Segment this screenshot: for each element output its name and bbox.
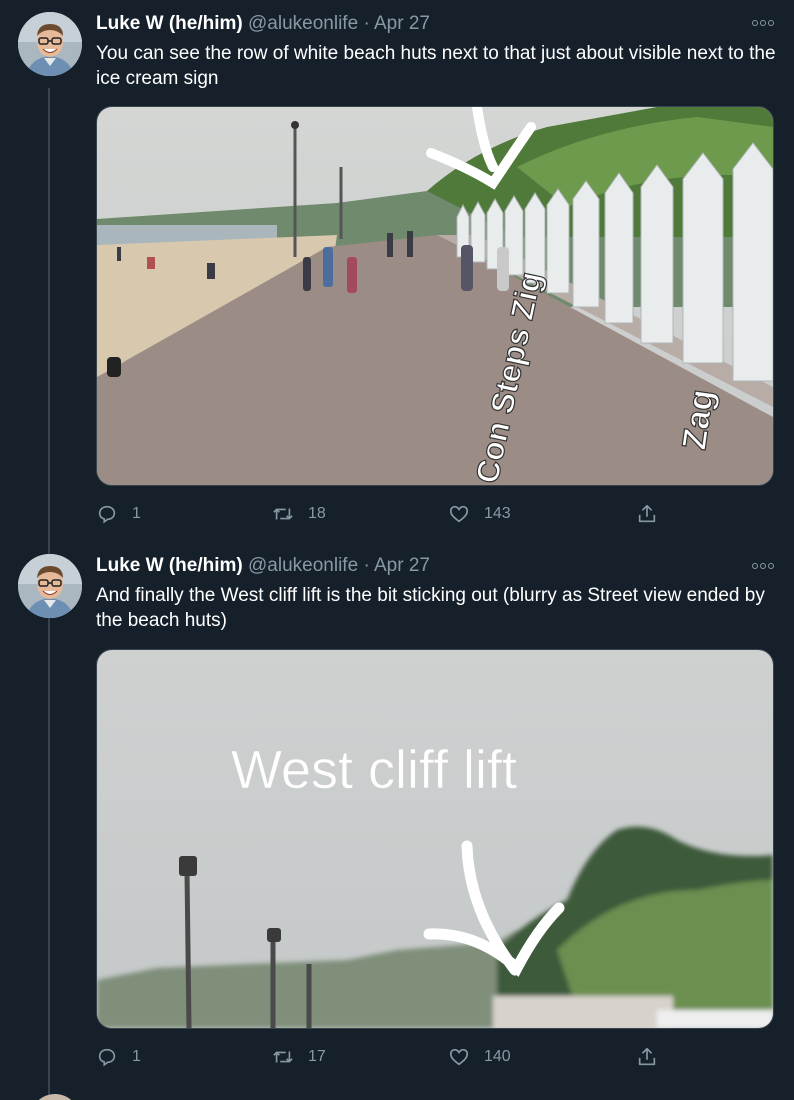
tweet-header: Luke W (he/him) @alukeonlife · Apr 27: [96, 554, 430, 578]
heart-icon: [449, 1048, 469, 1066]
share-button[interactable]: [636, 1045, 658, 1069]
author-name[interactable]: Luke W (he/him): [96, 555, 243, 576]
reply-icon: [98, 1048, 116, 1067]
author-handle[interactable]: @alukeonlife: [248, 13, 358, 34]
tweet-actions: 1 17 140: [96, 1045, 676, 1069]
beach-promenade-photo: Con Steps Zig Zag: [97, 107, 773, 485]
reply-button[interactable]: 1: [96, 502, 141, 526]
tweet-photo[interactable]: West cliff lift: [96, 649, 774, 1029]
tweet-date[interactable]: Apr 27: [374, 13, 430, 34]
reply-icon: [98, 505, 116, 524]
retweet-count: 18: [308, 505, 326, 522]
avatar-image: [18, 12, 82, 76]
retweet-count: 17: [308, 1048, 326, 1065]
tweet-date[interactable]: Apr 27: [374, 555, 430, 576]
reply-count: 1: [132, 505, 141, 522]
like-count: 143: [484, 505, 511, 522]
tweet-actions: 1 18 143: [96, 502, 676, 526]
reply-count: 1: [132, 1048, 141, 1065]
tweet[interactable]: Luke W (he/him) @alukeonlife · Apr 27 Yo…: [0, 0, 794, 538]
share-icon: [638, 1047, 656, 1066]
author-name[interactable]: Luke W (he/him): [96, 13, 243, 34]
like-button[interactable]: 140: [448, 1045, 511, 1069]
retweet-icon: [273, 508, 293, 520]
retweet-button[interactable]: 18: [272, 502, 326, 526]
author-handle[interactable]: @alukeonlife: [248, 555, 358, 576]
header-separator: ·: [363, 555, 370, 576]
share-icon: [638, 504, 656, 523]
tweet-photo[interactable]: Con Steps Zig Zag: [96, 106, 774, 486]
tweet-header: Luke W (he/him) @alukeonlife · Apr 27: [96, 12, 430, 36]
tweet-text: And finally the West cliff lift is the b…: [96, 585, 765, 631]
photo-overlay-label: West cliff lift: [231, 740, 517, 800]
like-count: 140: [484, 1048, 511, 1065]
like-button[interactable]: 143: [448, 502, 511, 526]
cliff-lift-photo: West cliff lift: [97, 650, 773, 1028]
next-tweet-avatar[interactable]: [30, 1094, 80, 1100]
tweet[interactable]: Luke W (he/him) @alukeonlife · Apr 27 An…: [0, 543, 794, 1081]
avatar-image: [18, 554, 82, 618]
tweet-text: You can see the row of white beach huts …: [96, 43, 776, 89]
header-separator: ·: [363, 13, 370, 34]
reply-button[interactable]: 1: [96, 1045, 141, 1069]
more-options-icon[interactable]: [750, 559, 776, 573]
avatar[interactable]: [18, 554, 82, 618]
more-options-icon[interactable]: [750, 16, 776, 30]
heart-icon: [449, 505, 469, 523]
avatar[interactable]: [18, 12, 82, 76]
retweet-button[interactable]: 17: [272, 1045, 326, 1069]
retweet-icon: [273, 1051, 293, 1063]
share-button[interactable]: [636, 502, 658, 526]
